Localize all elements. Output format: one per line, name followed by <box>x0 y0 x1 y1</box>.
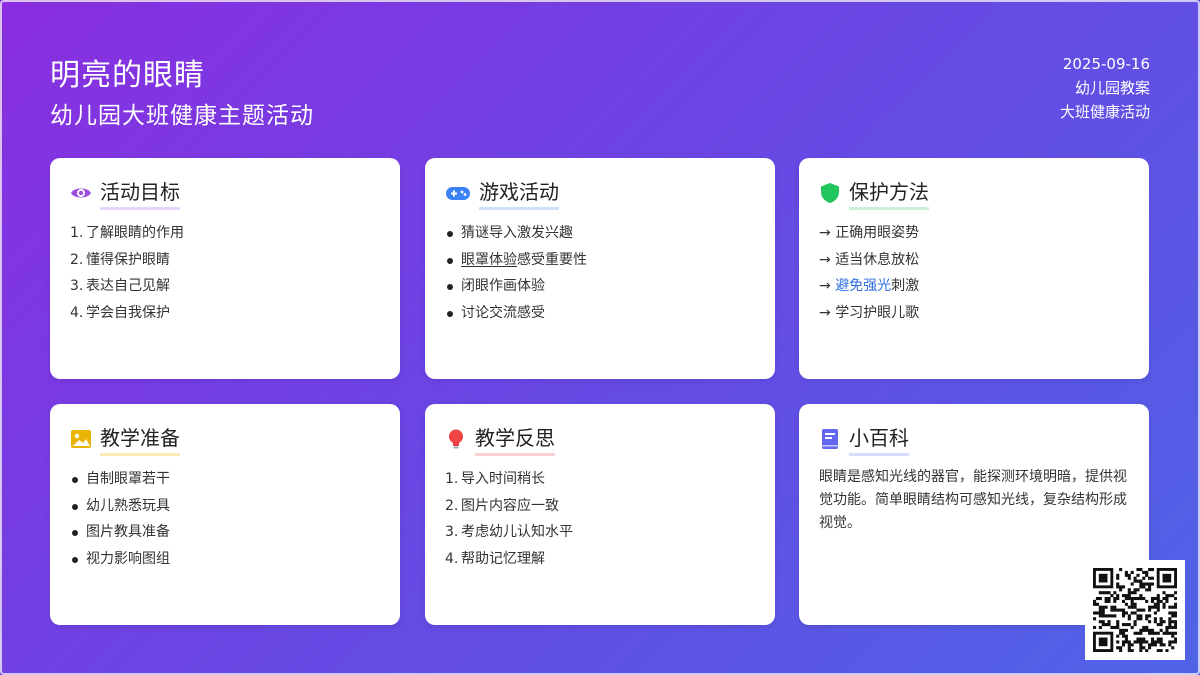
list-item: 2. 懂得保护眼睛 <box>70 251 170 268</box>
highlight-text: 避免强光 <box>835 278 892 295</box>
card-header: 教学反思 <box>445 426 755 456</box>
list-item: 猜谜导入激发兴趣 <box>445 220 755 247</box>
card-preparation: 教学准备 自制眼罩若干 幼儿熟悉玩具 图片教具准备 视力影响图组 <box>50 404 400 625</box>
list-item: 自制眼罩若干 <box>70 466 380 493</box>
card-reflection: 教学反思 1. 导入时间稍长 2. 图片内容应一致 3. 考虑幼儿认知水平 4. 帮助记… <box>425 404 775 625</box>
list-item: 眼罩体验感受重要性 <box>445 247 755 274</box>
header-meta: 2025-09-16 幼儿园教案 大班健康活动 <box>1060 52 1150 124</box>
card-protection: 保护方法 → 正确用眼姿势 → 适当休息放松 → 避免强光刺激 → 学习护眼儿歌 <box>799 158 1149 379</box>
list-item: 4. 学会自我保护 <box>70 305 170 322</box>
list-item: 视力影响图组 <box>70 546 380 573</box>
page-subtitle: 幼儿园大班健康主题活动 <box>50 103 314 129</box>
card-header: 教学准备 <box>70 426 380 456</box>
card-title: 教学准备 <box>100 422 180 456</box>
card-title: 教学反思 <box>475 422 555 456</box>
page-title: 明亮的眼睛 <box>50 58 205 93</box>
gamepad-icon <box>445 182 471 204</box>
list-item: → 避免强光刺激 <box>819 278 920 295</box>
card-header: 活动目标 <box>70 180 380 210</box>
shield-icon <box>819 182 841 204</box>
preparation-list: 自制眼罩若干 幼儿熟悉玩具 图片教具准备 视力影响图组 <box>70 466 380 573</box>
book-icon <box>819 428 841 450</box>
card-header: 保护方法 <box>819 180 1129 210</box>
lightbulb-icon <box>445 428 467 450</box>
meta-type: 大班健康活动 <box>1059 103 1150 121</box>
card-title: 活动目标 <box>100 176 180 210</box>
card-header: 小百科 <box>819 426 1129 456</box>
card-title: 游戏活动 <box>479 176 559 210</box>
list-item: 幼儿熟悉玩具 <box>70 493 380 520</box>
list-item: 2. 图片内容应一致 <box>445 497 559 514</box>
list-item: 1. 了解眼睛的作用 <box>70 225 184 241</box>
goals-list: 1. 了解眼睛的作用 2. 懂得保护眼睛 3. 表达自己见解 4. 学会自我保护 <box>70 220 380 327</box>
meta-category: 幼儿园教案 <box>1074 79 1150 97</box>
list-item: → 适当休息放松 <box>819 251 920 268</box>
list-item: 3. 考虑幼儿认知水平 <box>445 524 573 541</box>
qr-code-icon <box>1085 560 1185 660</box>
list-item: 1. 导入时间稍长 <box>445 471 545 487</box>
card-header: 游戏活动 <box>445 180 755 210</box>
card-goals: 活动目标 1. 了解眼睛的作用 2. 懂得保护眼睛 3. 表达自己见解 4. 学会自我保… <box>50 158 400 379</box>
image-icon <box>70 428 92 450</box>
encyclopedia-text: 眼睛是感知光线的器官，能探测环境明暗，提供视觉功能。简单眼睛结构可感知光线，复杂… <box>819 469 1127 531</box>
list-item: → 正确用眼姿势 <box>819 225 920 241</box>
list-item: 闭眼作画体验 <box>445 273 755 300</box>
card-title: 小百科 <box>849 422 909 456</box>
list-item: 讨论交流感受 <box>445 300 755 327</box>
eye-icon <box>70 182 92 204</box>
card-title: 保护方法 <box>849 176 929 210</box>
card-games: 游戏活动 猜谜导入激发兴趣 眼罩体验感受重要性 闭眼作画体验 讨论交流感受 <box>425 158 775 379</box>
underlined-text: 眼罩体验 <box>461 251 517 268</box>
list-item: → 学习护眼儿歌 <box>819 305 920 322</box>
date-label: 2025-09-16 <box>1062 55 1150 73</box>
protection-list: → 正确用眼姿势 → 适当休息放松 → 避免强光刺激 → 学习护眼儿歌 <box>819 220 1129 327</box>
games-list: 猜谜导入激发兴趣 眼罩体验感受重要性 闭眼作画体验 讨论交流感受 <box>445 220 755 327</box>
list-item: 图片教具准备 <box>70 519 380 546</box>
list-item: 4. 帮助记忆理解 <box>445 551 545 568</box>
reflection-list: 1. 导入时间稍长 2. 图片内容应一致 3. 考虑幼儿认知水平 4. 帮助记忆理解 <box>445 466 755 573</box>
list-item: 3. 表达自己见解 <box>70 278 170 295</box>
